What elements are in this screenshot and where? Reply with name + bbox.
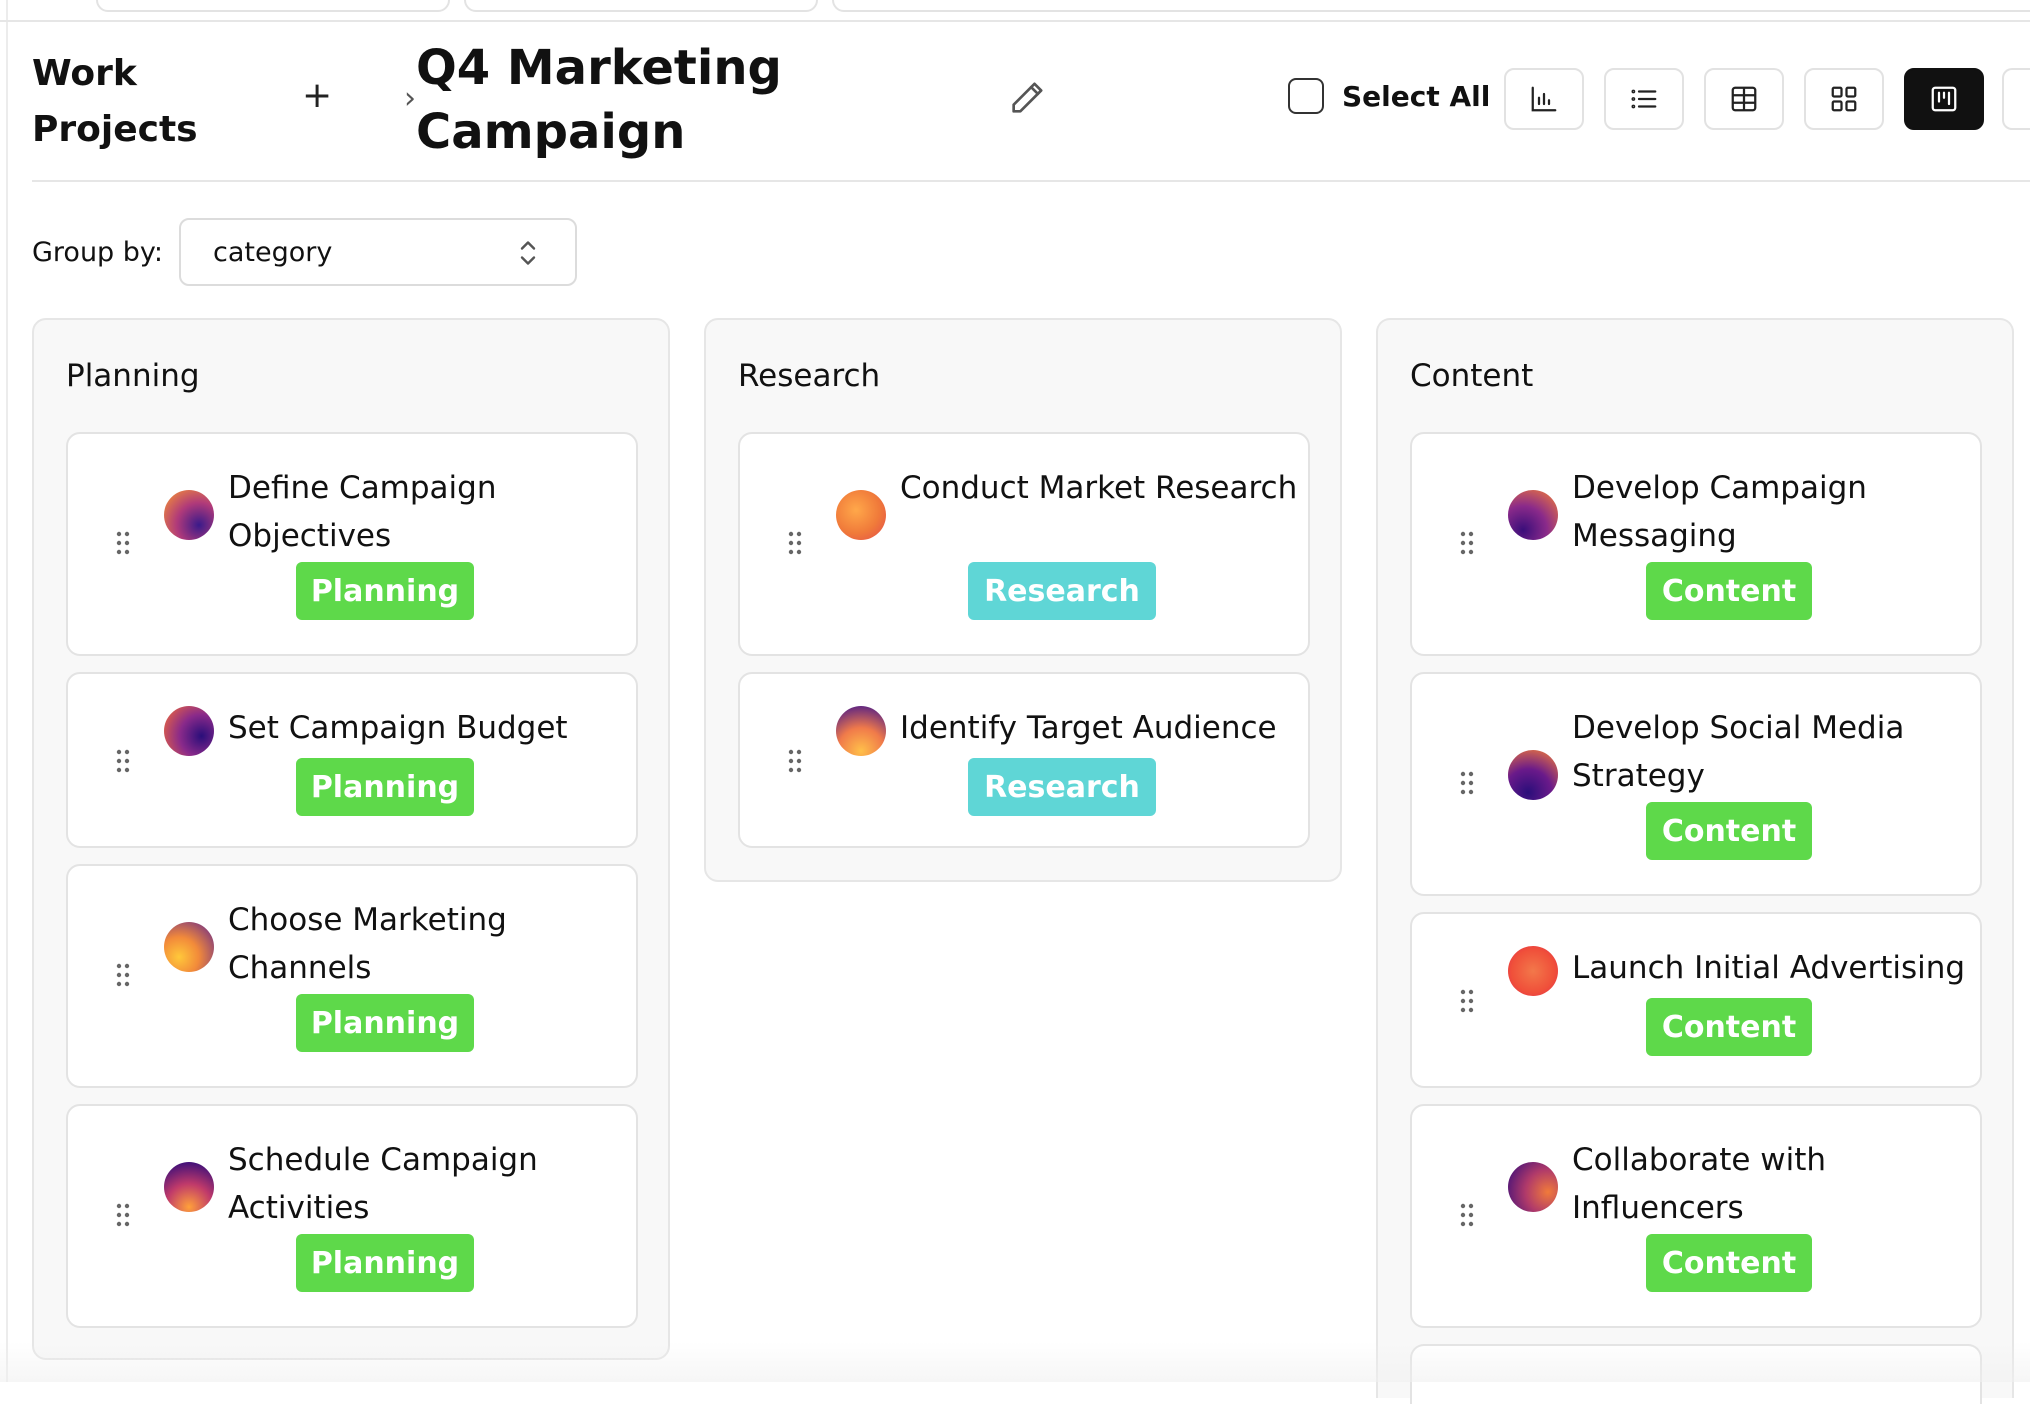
- task-card[interactable]: Set Campaign Budget Planning: [66, 672, 638, 848]
- task-card[interactable]: Develop Campaign Messaging Content: [1410, 432, 1982, 656]
- avatar: [1508, 750, 1558, 800]
- task-title: Launch Initial Advertising: [1572, 950, 1966, 986]
- task-title: Conduct Market Research: [900, 470, 1298, 506]
- category-tag: Planning: [296, 1234, 474, 1292]
- scroll-fade: [0, 1342, 2030, 1382]
- more-view-button[interactable]: [2002, 68, 2030, 130]
- task-title: Collaborate with Influencers: [1572, 1142, 1827, 1226]
- avatar: [836, 490, 886, 540]
- avatar: [164, 1162, 214, 1212]
- drag-handle-icon[interactable]: [116, 1202, 130, 1228]
- category-tag: Content: [1646, 998, 1812, 1056]
- task-title: Develop Social Media Strategy: [1572, 710, 1905, 794]
- task-title: Set Campaign Budget: [228, 710, 568, 746]
- category-tag: Research: [968, 562, 1156, 620]
- kanban-icon: [1931, 86, 1957, 112]
- chart-view-button[interactable]: [1504, 68, 1584, 130]
- table-icon: [1731, 86, 1757, 112]
- top-tab-3[interactable]: [832, 0, 2030, 12]
- task-card[interactable]: Schedule Campaign Activities Planning: [66, 1104, 638, 1328]
- task-card[interactable]: Collaborate with Influencers Content: [1410, 1104, 1982, 1328]
- drag-handle-icon[interactable]: [116, 748, 130, 774]
- grid-view-button[interactable]: [1804, 68, 1884, 130]
- category-tag: Content: [1646, 1234, 1812, 1292]
- task-title: Develop Campaign Messaging: [1572, 470, 1867, 554]
- board-view-button[interactable]: [1904, 68, 1984, 130]
- avatar: [164, 706, 214, 756]
- avatar: [1508, 490, 1558, 540]
- table-view-button[interactable]: [1704, 68, 1784, 130]
- task-card[interactable]: Define Campaign Objectives Planning: [66, 432, 638, 656]
- avatar: [836, 706, 886, 756]
- top-tab-2[interactable]: [464, 0, 818, 12]
- chevron-right-icon: ›: [404, 81, 416, 116]
- avatar: [1508, 1162, 1558, 1212]
- task-card[interactable]: Launch Initial Advertising Content: [1410, 912, 1982, 1088]
- drag-handle-icon[interactable]: [788, 748, 802, 774]
- category-tag: Research: [968, 758, 1156, 816]
- edit-title-button[interactable]: [1007, 78, 1047, 118]
- select-all-label[interactable]: Select All: [1342, 80, 1490, 113]
- board-column-research: Research Conduct Market Research Researc…: [704, 318, 1342, 882]
- bar-chart-icon: [1531, 86, 1557, 112]
- column-title: Research: [738, 358, 881, 394]
- task-title: Choose Marketing Channels: [228, 902, 507, 986]
- add-button[interactable]: +: [302, 78, 332, 114]
- task-title: Define Campaign Objectives: [228, 470, 497, 554]
- pencil-icon: [1012, 82, 1043, 113]
- top-tab-strip: [0, 0, 2030, 22]
- list-view-button[interactable]: [1604, 68, 1684, 130]
- group-by-value: category: [213, 236, 333, 268]
- chevron-up-down-icon: [520, 241, 536, 265]
- breadcrumb-root[interactable]: Work Projects: [32, 46, 252, 158]
- grid-icon: [1831, 86, 1857, 112]
- category-tag: Planning: [296, 758, 474, 816]
- avatar: [164, 490, 214, 540]
- list-icon: [1631, 89, 1657, 109]
- board-column-content: Content Develop Campaign Messaging Conte…: [1376, 318, 2014, 1404]
- avatar: [1508, 946, 1558, 996]
- top-tab-1[interactable]: [96, 0, 450, 12]
- left-divider: [6, 0, 8, 1382]
- category-tag: Planning: [296, 994, 474, 1052]
- board-column-planning: Planning Define Campaign Objectives Plan…: [32, 318, 670, 1360]
- avatar: [164, 922, 214, 972]
- task-title: Schedule Campaign Activities: [228, 1142, 538, 1226]
- category-tag: Content: [1646, 562, 1812, 620]
- task-title: Identify Target Audience: [900, 710, 1277, 746]
- group-by-label: Group by:: [32, 236, 164, 268]
- select-all-checkbox[interactable]: [1288, 78, 1324, 114]
- group-by-control: Group by: category: [32, 218, 578, 286]
- column-title: Content: [1410, 358, 1534, 394]
- column-title: Planning: [66, 358, 200, 394]
- category-tag: Planning: [296, 562, 474, 620]
- task-card[interactable]: Conduct Market Research Research: [738, 432, 1310, 656]
- drag-handle-icon[interactable]: [1460, 988, 1474, 1014]
- category-tag: Content: [1646, 802, 1812, 860]
- group-by-select[interactable]: category: [179, 218, 578, 286]
- select-all-control[interactable]: Select All: [1288, 78, 1490, 114]
- drag-handle-icon[interactable]: [116, 530, 130, 556]
- page-header: Work Projects + › Q4 Marketing Campaign …: [32, 20, 2030, 182]
- drag-handle-icon[interactable]: [1460, 1202, 1474, 1228]
- drag-handle-icon[interactable]: [116, 962, 130, 988]
- page-title: Q4 Marketing Campaign: [416, 40, 782, 160]
- task-card[interactable]: Identify Target Audience Research: [738, 672, 1310, 848]
- task-card[interactable]: Choose Marketing Channels Planning: [66, 864, 638, 1088]
- drag-handle-icon[interactable]: [1460, 530, 1474, 556]
- drag-handle-icon[interactable]: [1460, 770, 1474, 796]
- drag-handle-icon[interactable]: [788, 530, 802, 556]
- task-card[interactable]: Develop Social Media Strategy Content: [1410, 672, 1982, 896]
